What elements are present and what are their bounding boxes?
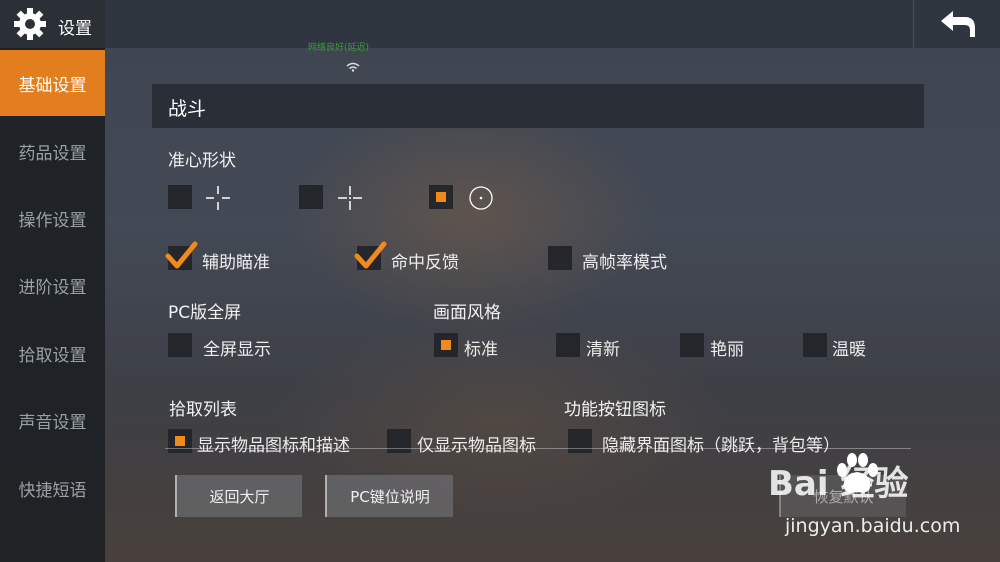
sidebar-item-advanced[interactable]: 进阶设置	[0, 252, 105, 318]
return-arrow-icon	[940, 11, 975, 37]
section-header: 战斗	[152, 84, 924, 128]
picture-style-label: 画面风格	[433, 303, 501, 323]
high-fps-label: 高帧率模式	[582, 253, 667, 273]
list-divider	[165, 448, 911, 449]
style-standard-label: 标准	[464, 340, 498, 360]
crosshair-circle-icon	[469, 186, 493, 210]
top-bar	[0, 0, 1000, 48]
sidebar-item-pickup[interactable]: 拾取设置	[0, 320, 105, 386]
sidebar: 基础设置 药品设置 操作设置 进阶设置 拾取设置 声音设置 快捷短语	[0, 48, 105, 562]
pc-fullscreen-label: PC版全屏	[168, 303, 242, 323]
title-area: 设置	[0, 0, 105, 48]
crosshair-option-2-checkbox[interactable]	[299, 185, 323, 209]
crosshair-label: 准心形状	[168, 151, 236, 171]
crosshair-cross-gap-icon	[206, 186, 230, 210]
func-icons-label: 功能按钮图标	[564, 400, 666, 420]
style-vivid-label: 艳丽	[710, 340, 744, 360]
wifi-icon	[346, 62, 360, 72]
gear-icon	[14, 8, 46, 40]
sidebar-item-controls[interactable]: 操作设置	[0, 185, 105, 251]
sidebar-item-basic[interactable]: 基础设置	[0, 50, 105, 116]
style-warm-checkbox[interactable]	[803, 333, 827, 357]
style-standard-checkbox[interactable]	[434, 333, 458, 357]
back-button[interactable]	[913, 0, 1000, 48]
fullscreen-checkbox[interactable]	[168, 333, 192, 357]
fullscreen-option-label: 全屏显示	[203, 340, 271, 360]
sidebar-item-sound[interactable]: 声音设置	[0, 387, 105, 453]
style-fresh-label: 清新	[586, 340, 620, 360]
crosshair-option-3-checkbox[interactable]	[429, 185, 453, 209]
return-lobby-button[interactable]: 返回大厅	[175, 475, 302, 517]
high-fps-checkbox[interactable]	[548, 246, 572, 270]
page-title: 设置	[58, 19, 92, 39]
pickup-list-label: 拾取列表	[169, 400, 237, 420]
style-vivid-checkbox[interactable]	[680, 333, 704, 357]
checkmark-icon	[354, 241, 387, 269]
style-fresh-checkbox[interactable]	[556, 333, 580, 357]
watermark-url: jingyan.baidu.com	[785, 515, 961, 537]
aim-assist-label: 辅助瞄准	[202, 253, 270, 273]
sidebar-item-medicine[interactable]: 药品设置	[0, 118, 105, 184]
pc-keys-button[interactable]: PC键位说明	[325, 475, 453, 517]
crosshair-cross-dot-icon	[338, 186, 362, 210]
checkmark-icon	[165, 241, 198, 269]
section-title: 战斗	[168, 98, 207, 120]
sidebar-item-quick-chat[interactable]: 快捷短语	[0, 455, 105, 521]
style-warm-label: 温暖	[832, 340, 866, 360]
crosshair-option-1-checkbox[interactable]	[168, 185, 192, 209]
watermark-logo: Bai 经验	[768, 464, 909, 504]
network-status: 网络良好(延迟)	[308, 43, 370, 53]
hit-feedback-label: 命中反馈	[391, 253, 459, 273]
